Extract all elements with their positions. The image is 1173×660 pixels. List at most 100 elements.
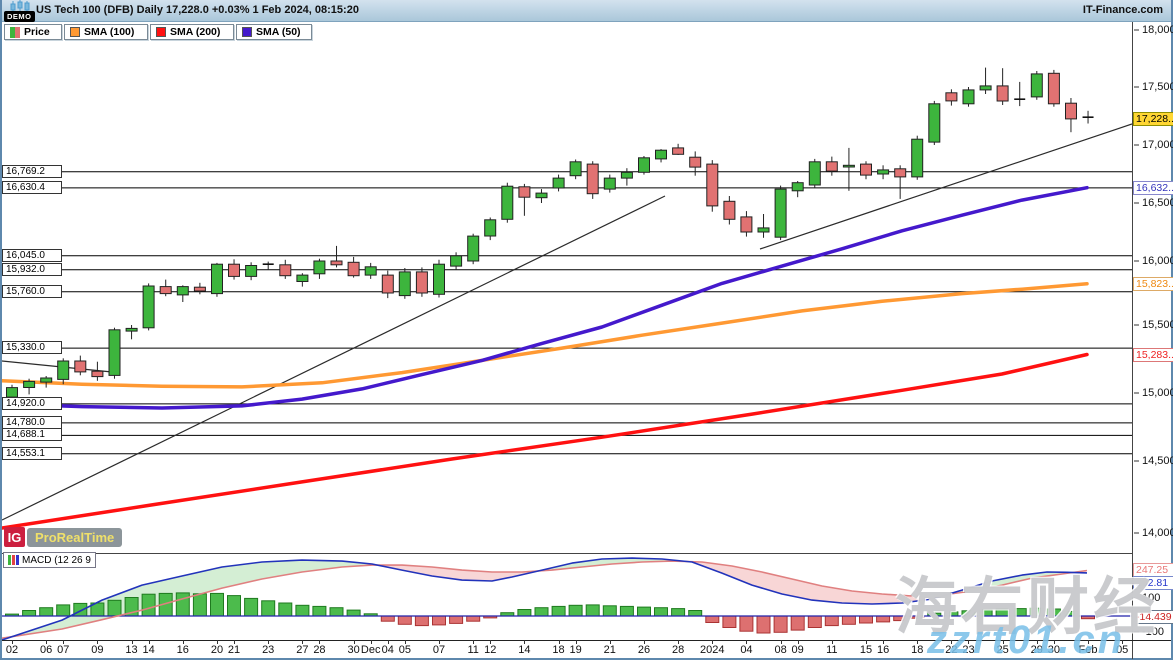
level-price-label[interactable]: 16,769.2 <box>2 165 62 178</box>
macd-histogram-bar <box>569 605 582 616</box>
legend-item-sma100[interactable]: SMA (100) <box>64 24 148 40</box>
time-axis-tick <box>712 640 713 644</box>
candle[interactable] <box>639 158 650 173</box>
candle[interactable] <box>246 266 257 277</box>
candle[interactable] <box>536 193 547 198</box>
time-axis-tick <box>678 640 679 644</box>
candle[interactable] <box>75 361 86 372</box>
candle[interactable] <box>656 150 667 159</box>
candle[interactable] <box>724 201 735 219</box>
macd-histogram-bar <box>791 616 804 630</box>
candle[interactable] <box>587 164 598 194</box>
candle[interactable] <box>177 287 188 295</box>
candle[interactable] <box>758 228 769 232</box>
macd-histogram-bar <box>586 605 599 616</box>
macd-panel-separator[interactable] <box>2 553 1133 554</box>
candle[interactable] <box>451 256 462 266</box>
candle[interactable] <box>741 217 752 232</box>
candle[interactable] <box>41 378 52 382</box>
candle[interactable] <box>143 286 154 328</box>
level-price-label[interactable]: 14,553.1 <box>2 447 62 460</box>
candle[interactable] <box>690 157 701 167</box>
candle[interactable] <box>997 86 1008 101</box>
legend-item-price[interactable]: Price <box>4 24 62 40</box>
time-axis-tick <box>644 640 645 644</box>
price-axis-tick: 17,500 <box>1142 81 1173 93</box>
candle[interactable] <box>792 183 803 191</box>
candle[interactable] <box>485 220 496 236</box>
candle[interactable] <box>553 178 564 188</box>
candle[interactable] <box>280 265 291 276</box>
candle[interactable] <box>229 264 240 276</box>
time-axis-tick <box>217 640 218 644</box>
macd-histogram-bar <box>313 606 326 616</box>
level-price-label[interactable]: 14,780.0 <box>2 416 62 429</box>
candle[interactable] <box>58 361 69 379</box>
time-axis-tick <box>234 640 235 644</box>
candle[interactable] <box>673 148 684 154</box>
candle[interactable] <box>348 262 359 275</box>
candle[interactable] <box>621 172 632 178</box>
candle[interactable] <box>1031 74 1042 97</box>
level-price-label[interactable]: 16,630.4 <box>2 181 62 194</box>
demo-badge: DEMO <box>4 11 35 22</box>
time-axis-tick <box>473 640 474 644</box>
macd-histogram-bar <box>415 616 428 626</box>
candle[interactable] <box>929 104 940 142</box>
candle[interactable] <box>1066 103 1077 119</box>
level-price-label[interactable]: 14,688.1 <box>2 428 62 441</box>
time-axis-tick <box>149 640 150 644</box>
level-price-label[interactable]: 14,920.0 <box>2 397 62 410</box>
candle[interactable] <box>468 236 479 261</box>
candle[interactable] <box>382 275 393 293</box>
candle[interactable] <box>365 267 376 275</box>
sma50-swatch-icon <box>242 27 252 37</box>
candle[interactable] <box>24 381 35 387</box>
candle[interactable] <box>194 287 205 291</box>
time-axis-tick <box>559 640 560 644</box>
candle[interactable] <box>809 162 820 185</box>
candle[interactable] <box>912 139 923 177</box>
candle[interactable] <box>707 164 718 206</box>
candle[interactable] <box>861 164 872 175</box>
level-price-label[interactable]: 15,932.0 <box>2 263 62 276</box>
legend-item-sma50[interactable]: SMA (50) <box>236 24 312 40</box>
macd-histogram-bar <box>467 616 480 621</box>
candle[interactable] <box>895 169 906 177</box>
macd-histogram-bar <box>433 616 446 625</box>
level-price-label[interactable]: 15,330.0 <box>2 341 62 354</box>
candle[interactable] <box>109 330 120 376</box>
candle[interactable] <box>775 189 786 237</box>
candle[interactable] <box>826 162 837 171</box>
macd-indicator-label[interactable]: MACD (12 26 9 <box>3 552 96 568</box>
candle[interactable] <box>1048 73 1059 104</box>
candle[interactable] <box>212 264 223 293</box>
candle[interactable] <box>843 165 854 167</box>
candle[interactable] <box>297 275 308 281</box>
candle[interactable] <box>434 264 445 294</box>
chart-window: US Tech 100 (DFB) Daily 17,228.0 +0.03% … <box>0 0 1173 660</box>
candle[interactable] <box>502 186 513 219</box>
candle[interactable] <box>331 261 342 265</box>
candle[interactable] <box>963 90 974 104</box>
candle[interactable] <box>160 287 171 294</box>
candle[interactable] <box>126 328 137 331</box>
legend-item-sma200[interactable]: SMA (200) <box>150 24 234 40</box>
candle[interactable] <box>7 388 18 398</box>
macd-histogram-bar <box>842 616 855 624</box>
level-price-label[interactable]: 16,045.0 <box>2 249 62 262</box>
time-axis-tick <box>866 640 867 644</box>
macd-histogram-bar <box>808 616 821 628</box>
candle[interactable] <box>399 272 410 296</box>
candle[interactable] <box>980 86 991 90</box>
candle[interactable] <box>604 178 615 189</box>
candle[interactable] <box>519 187 530 197</box>
level-price-label[interactable]: 15,760.0 <box>2 285 62 298</box>
candle[interactable] <box>416 272 427 293</box>
candle[interactable] <box>314 261 325 274</box>
candle[interactable] <box>570 162 581 176</box>
macd-histogram-bar <box>347 610 360 616</box>
candle[interactable] <box>878 170 889 174</box>
candle[interactable] <box>92 371 103 376</box>
candle[interactable] <box>946 93 957 101</box>
